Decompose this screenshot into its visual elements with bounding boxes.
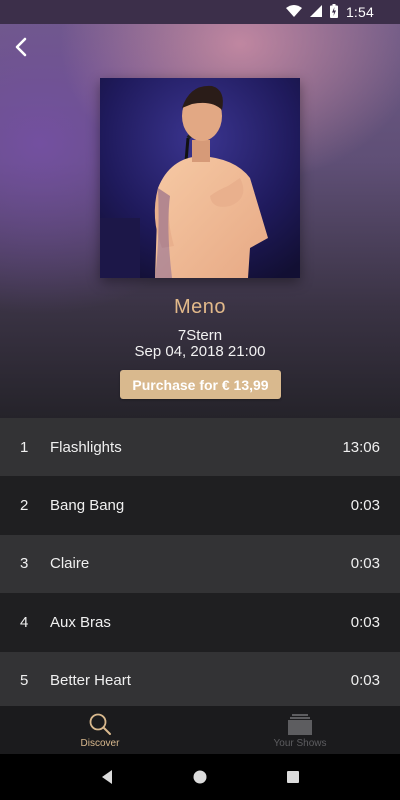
bottom-navigation: Discover Your Shows <box>0 706 400 754</box>
shows-stack-icon <box>288 713 312 735</box>
nav-discover-label: Discover <box>80 737 120 749</box>
track-title: Aux Bras <box>50 613 111 631</box>
track-row[interactable]: 2 Bang Bang 0:03 <box>0 476 400 535</box>
signal-icon <box>309 4 322 20</box>
track-list: 1 Flashlights 13:06 2 Bang Bang 0:03 3 C… <box>0 418 400 710</box>
track-duration: 0:03 <box>350 613 380 631</box>
track-title: Claire <box>50 555 90 573</box>
track-title: Better Heart <box>50 672 131 690</box>
track-duration: 13:06 <box>342 438 380 456</box>
concert-photo <box>100 78 300 278</box>
system-home-button[interactable] <box>188 765 212 789</box>
artist-name: Meno <box>173 296 227 318</box>
track-number: 3 <box>20 555 29 573</box>
search-icon <box>89 713 111 735</box>
chevron-left-icon <box>15 37 27 57</box>
track-row[interactable]: 1 Flashlights 13:06 <box>0 418 400 477</box>
wifi-icon <box>285 4 302 20</box>
circle-home-icon <box>193 770 207 784</box>
track-number: 1 <box>20 438 29 456</box>
system-recents-button[interactable] <box>281 765 305 789</box>
track-row[interactable]: 5 Better Heart 0:03 <box>0 651 400 710</box>
track-number: 4 <box>20 613 29 631</box>
track-row[interactable]: 4 Aux Bras 0:03 <box>0 593 400 652</box>
nav-your-shows-label: Your Shows <box>273 737 327 749</box>
purchase-button[interactable]: Purchase for € 13,99 <box>120 370 281 399</box>
track-duration: 0:03 <box>350 497 380 515</box>
battery-charging-icon <box>329 3 338 21</box>
track-duration: 0:03 <box>350 555 380 573</box>
track-number: 5 <box>20 672 29 690</box>
triangle-back-icon <box>101 770 112 784</box>
track-row[interactable]: 3 Claire 0:03 <box>0 534 400 594</box>
square-recents-icon <box>287 771 300 783</box>
nav-discover[interactable]: Discover <box>0 706 200 754</box>
status-bar: 1:54 <box>0 0 400 24</box>
venue-name: 7Stern <box>177 327 223 344</box>
track-title: Bang Bang <box>50 497 125 515</box>
back-button[interactable] <box>6 32 36 62</box>
system-navigation-bar <box>0 754 400 800</box>
nav-your-shows[interactable]: Your Shows <box>200 706 400 754</box>
track-title: Flashlights <box>50 438 122 456</box>
status-time: 1:54 <box>345 4 374 20</box>
track-number: 2 <box>20 497 29 515</box>
track-duration: 0:03 <box>350 672 380 690</box>
system-back-button[interactable] <box>95 765 119 789</box>
concert-datetime: Sep 04, 2018 21:00 <box>134 343 266 360</box>
